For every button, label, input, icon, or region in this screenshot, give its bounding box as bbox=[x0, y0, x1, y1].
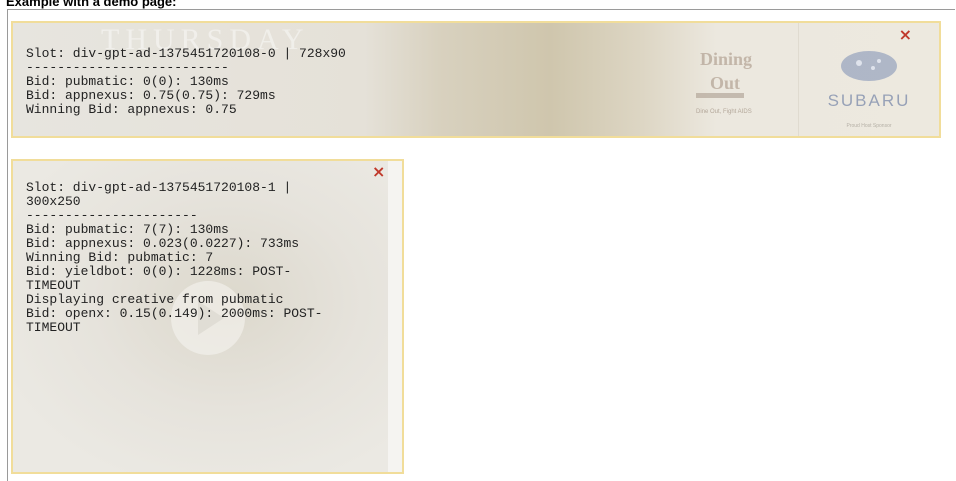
log-line-bid: Bid: appnexus: 0.023(0.0227): 733ms bbox=[26, 236, 300, 251]
log-line-winning-bid: Winning Bid: appnexus: 0.75 bbox=[26, 102, 237, 117]
ad-slot-leaderboard[interactable]: THURSDAY Dining Out Dine Out, Fight AIDS… bbox=[11, 21, 941, 138]
close-icon[interactable]: × bbox=[372, 162, 385, 181]
ad-slot-medium-rectangle[interactable]: Slot: div-gpt-ad-1375451720108-1 | 300x2… bbox=[11, 159, 404, 474]
log-line-winning-bid: Winning Bid: pubmatic: 7 bbox=[26, 250, 214, 265]
log-line-bid: Bid: pubmatic: 0(0): 130ms bbox=[26, 74, 229, 89]
subaru-logo-tagline: Proud Host Sponsor bbox=[846, 123, 891, 129]
log-line-separator: -------------------------- bbox=[26, 60, 229, 75]
log-line-slot-size: 300x250 bbox=[26, 194, 81, 209]
log-line-slot: Slot: div-gpt-ad-1375451720108-0 | 728x9… bbox=[26, 46, 346, 61]
bid-log-leaderboard: Slot: div-gpt-ad-1375451720108-0 | 728x9… bbox=[26, 47, 586, 117]
log-line-display: Displaying creative from pubmatic bbox=[26, 292, 284, 307]
log-line-bid: Bid: pubmatic: 7(7): 130ms bbox=[26, 222, 229, 237]
page-heading: Example with a demo page: bbox=[6, 0, 177, 9]
log-line-bid: Bid: appnexus: 0.75(0.75): 729ms bbox=[26, 88, 276, 103]
log-line-slot: Slot: div-gpt-ad-1375451720108-1 | bbox=[26, 180, 292, 195]
log-line-bid: Bid: openx: 0.15(0.149): 2000ms: POST- bbox=[26, 306, 323, 321]
dining-out-logo: Dining Out Dine Out, Fight AIDS bbox=[696, 49, 752, 115]
log-line-timeout: TIMEOUT bbox=[26, 278, 81, 293]
dining-out-logo-tagline: Dine Out, Fight AIDS bbox=[696, 109, 752, 115]
dining-out-logo-text-1: Dining bbox=[700, 49, 752, 69]
close-icon[interactable]: × bbox=[899, 25, 912, 44]
subaru-logo: SUBARU Proud Host Sponsor bbox=[798, 23, 911, 136]
log-line-timeout: TIMEOUT bbox=[26, 320, 81, 335]
bid-log-medium-rectangle: Slot: div-gpt-ad-1375451720108-1 | 300x2… bbox=[26, 181, 401, 335]
log-line-bid: Bid: yieldbot: 0(0): 1228ms: POST- bbox=[26, 264, 292, 279]
dining-out-logo-text-2: Out bbox=[710, 73, 740, 93]
log-line-separator: ---------------------- bbox=[26, 208, 198, 223]
subaru-logo-text: SUBARU bbox=[828, 91, 911, 110]
